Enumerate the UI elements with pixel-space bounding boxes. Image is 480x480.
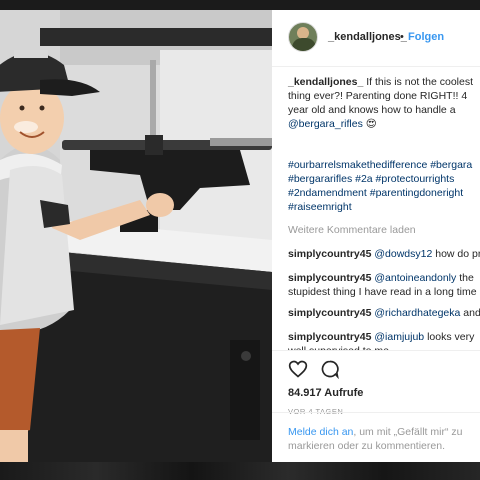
comment-mention[interactable]: @iamjujub [374, 331, 424, 343]
view-count[interactable]: 84.917 Aufrufe [288, 387, 363, 399]
comment-item: simplycountry45 @antoineandonly the stup… [288, 271, 480, 299]
comment-username[interactable]: simplycountry45 [288, 331, 371, 343]
header-separator: • [400, 31, 404, 43]
follow-button[interactable]: Folgen [408, 31, 444, 43]
comment-item: simplycountry45 @richardhategeka and [288, 306, 480, 320]
avatar-body [292, 38, 316, 51]
header-username[interactable]: _kendalljones_ [328, 31, 407, 43]
post-photo[interactable] [0, 10, 272, 462]
background-strip-top [0, 0, 480, 10]
caption-emoji: 😍 [365, 118, 377, 130]
post-side-panel: _kendalljones_ • Folgen _kendalljones_ I… [272, 10, 480, 462]
comment-bubble-icon[interactable] [320, 359, 340, 379]
comment-mention[interactable]: @antoineandonly [374, 272, 456, 284]
heart-icon[interactable] [288, 359, 308, 379]
caption-username[interactable]: _kendalljones_ [288, 76, 363, 88]
comment-username[interactable]: simplycountry45 [288, 307, 371, 319]
comment-text: how do princess [435, 248, 480, 260]
caption-hashtags[interactable]: #ourbarrelsmakethedifference #bergara #b… [288, 158, 480, 214]
login-prompt: Melde dich an, um mit „Gefällt mir“ zu m… [272, 412, 480, 462]
caption: _kendalljones_ If this is not the cooles… [288, 75, 480, 145]
post-header: _kendalljones_ • Folgen [272, 10, 480, 67]
avatar[interactable] [288, 22, 318, 52]
caption-mention[interactable]: @bergara_rifles [288, 118, 363, 130]
comment-mention[interactable]: @dowdsy12 [374, 248, 432, 260]
comment-username[interactable]: simplycountry45 [288, 272, 371, 284]
background-strip-bottom [0, 462, 480, 480]
comment-text: and [463, 307, 480, 319]
comment-item: simplycountry45 @dowdsy12 how do princes… [288, 247, 480, 261]
login-prompt-text: Melde dich an, um mit „Gefällt mir“ zu m… [288, 425, 468, 453]
comments-list: _kendalljones_ If this is not the cooles… [288, 75, 480, 357]
load-more-comments-button[interactable]: Weitere Kommentare laden [288, 223, 416, 237]
comment-username[interactable]: simplycountry45 [288, 248, 371, 260]
post-actions: 84.917 Aufrufe VOR 4 TAGEN [272, 350, 480, 421]
comment-mention[interactable]: @richardhategeka [374, 307, 460, 319]
login-link[interactable]: Melde dich an [288, 426, 353, 438]
post-photo-illustration [0, 10, 272, 462]
